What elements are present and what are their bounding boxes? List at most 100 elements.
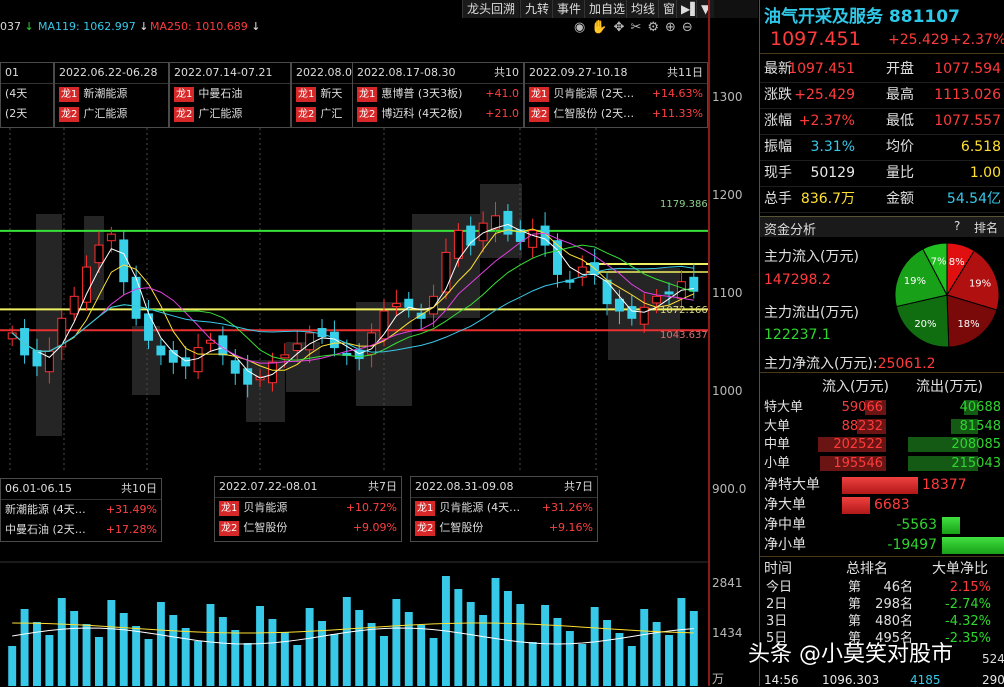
volume-bar xyxy=(528,642,537,686)
dragon-box-b1[interactable]: 2022.07.22-08.01 共7日 龙1 贝肯能源 +10.72% 龙2 仁智股份… xyxy=(214,476,402,542)
candle-body xyxy=(416,312,426,319)
candle-body xyxy=(664,291,674,295)
rank-header-ratio: 大单净比 xyxy=(932,561,988,577)
candle-body xyxy=(639,306,649,325)
candle-body xyxy=(317,328,327,338)
dragon-box-5[interactable]: 2022.09.27-10.18 共11日 龙1 贝肯能源 (2天… +14.63% … xyxy=(524,62,708,128)
rank-header-time: 时间 xyxy=(764,561,792,577)
volume-bar xyxy=(627,646,636,686)
dragon-row: (4天 xyxy=(5,87,28,100)
candle-body xyxy=(106,233,116,242)
dragon-row: 龙2 广汇能源 xyxy=(59,107,128,122)
dragon-box-0[interactable]: 01 (4天 (2天 xyxy=(0,62,54,128)
volume-bar xyxy=(565,631,574,686)
pie-slice-label: 8% xyxy=(949,257,965,268)
volume-bar xyxy=(20,609,29,686)
fund-tabs: 资金分析 ? 排名 xyxy=(760,216,1004,238)
quote-row: 振幅 3.31% 均价 6.518 xyxy=(760,134,1004,161)
candle-body xyxy=(404,298,414,308)
quote-row: 最新 1097.451 开盘 1077.594 xyxy=(760,56,1004,83)
volume-bar xyxy=(144,639,153,686)
volume-bar xyxy=(45,635,54,686)
dragon-row: 中曼石油 (2天… +17.28% xyxy=(5,523,157,536)
rank-header-rank: 总排名 xyxy=(846,561,888,577)
dragon-box-b2[interactable]: 2022.08.31-09.08 共7日 龙1 贝肯能源 (4天… +31.26% 龙… xyxy=(410,476,598,542)
dragon-row: 龙2 广汇能源 xyxy=(174,107,243,122)
quote-row: 涨幅 +2.37% 最低 1077.557 xyxy=(760,108,1004,135)
dragon-box-4[interactable]: 2022.08.17-08.30 共10 龙1 惠博普 (3天3板) +41.0 龙2… xyxy=(352,62,524,128)
candle-body xyxy=(652,295,662,304)
net-row: 净小单 -19497 xyxy=(760,536,1004,555)
volume-bar xyxy=(429,638,438,686)
side-value: 524 xyxy=(982,652,1004,666)
stock-change-pct: +2.37% xyxy=(950,32,1004,48)
pie-slice-label: 7% xyxy=(931,257,947,268)
candle-body xyxy=(94,244,104,264)
candle-body xyxy=(280,354,290,359)
pie-slice-label: 19% xyxy=(904,276,926,287)
dragon-box-3[interactable]: 2022.08.0 龙1 新天 龙2 广汇 xyxy=(291,62,353,128)
candle-body xyxy=(119,239,129,283)
dragon-row: 龙1 贝肯能源 (4天… +31.26% xyxy=(415,501,593,516)
volume-bar xyxy=(8,646,17,686)
kline-chart[interactable]: 龙头回溯 九转 事件 加自选 均线 窗 ▶▌ ▼ 037 ↓ MA119: 10… xyxy=(0,0,758,686)
candle-body xyxy=(230,360,240,374)
volume-bar xyxy=(243,643,252,686)
dragon-row: 龙1 贝肯能源 +10.72% xyxy=(219,501,397,516)
volume-bar xyxy=(330,634,339,686)
tab-rank[interactable]: 排名 xyxy=(974,219,998,236)
volume-bar xyxy=(677,598,686,686)
quote-row: 涨跌 +25.429 最高 1113.026 xyxy=(760,82,1004,109)
volume-bar xyxy=(640,609,649,686)
price-tick-900: 900.0 xyxy=(712,482,747,496)
outflow-label: 主力流出(万元) xyxy=(764,305,859,321)
dragon-box-date: 2022.08.31-09.08 共7日 xyxy=(411,477,597,498)
candle-body xyxy=(329,331,339,349)
net-row: 净中单 -5563 xyxy=(760,516,1004,535)
dragon-box-2[interactable]: 2022.07.14-07.21 龙1 中曼石油 龙2 广汇能源 xyxy=(169,62,291,128)
dragon-row: 龙2 仁智股份 (2天… +11.33% xyxy=(529,107,703,122)
level-label-2: 1072.166 xyxy=(660,305,708,316)
volume-bar xyxy=(293,645,302,686)
volume-bar xyxy=(194,641,203,686)
dragon-row: 龙2 仁智股份 +9.09% xyxy=(219,521,397,536)
volume-bar xyxy=(94,637,103,686)
dragon-row: 龙1 惠博普 (3天3板) +41.0 xyxy=(357,87,519,102)
candle-body xyxy=(82,266,92,303)
price-tick-1300: 1300 xyxy=(712,90,743,104)
volume-bar xyxy=(454,589,463,686)
candle-body xyxy=(156,345,166,356)
volume-bar xyxy=(280,632,289,686)
volume-bar xyxy=(57,598,66,686)
level-label-1: 1179.386 xyxy=(660,199,708,210)
candle-body xyxy=(391,303,401,308)
dragon-row: 龙2 博迈科 (4天2板) +21.0 xyxy=(357,107,519,122)
volume-bar xyxy=(380,636,388,686)
candle-body xyxy=(614,298,624,312)
volume-bar xyxy=(466,602,475,686)
vol-tick-2841: 2841 xyxy=(712,576,743,590)
stock-title: 油气开采及服务 881107 xyxy=(764,7,960,27)
dragon-box-b0[interactable]: 06.01-06.15 共10日 新潮能源 (4天… +31.49% 中曼石油 (2… xyxy=(0,478,162,542)
volume-bar xyxy=(305,608,314,686)
volume-bar xyxy=(206,604,215,686)
volume-bar xyxy=(503,591,512,686)
dragon-row: 新潮能源 (4天… +31.49% xyxy=(5,503,157,516)
flow-row: 中单 202522 208085 xyxy=(764,437,1001,452)
dragon-box-date: 2022.09.27-10.18 共11日 xyxy=(525,63,707,84)
volume-bar xyxy=(156,602,165,686)
tab-fund-analysis[interactable]: 资金分析 xyxy=(764,219,816,238)
price-tick-1100: 1100 xyxy=(712,286,743,300)
help-icon[interactable]: ? xyxy=(954,219,960,233)
volume-bar xyxy=(578,644,587,686)
volume-bar xyxy=(665,635,673,686)
outflow-value: 122237.1 xyxy=(764,327,831,343)
volume-bar xyxy=(615,633,624,686)
candle-body xyxy=(131,276,141,319)
volume-bar xyxy=(169,615,178,686)
inflow-label: 主力流入(万元) xyxy=(764,249,859,265)
price-tick-1200: 1200 xyxy=(712,188,743,202)
candle-body xyxy=(193,347,203,373)
volume-bar xyxy=(218,617,227,686)
dragon-box-1[interactable]: 2022.06.22-06.28 龙1 新潮能源 龙2 广汇能源 xyxy=(54,62,169,128)
